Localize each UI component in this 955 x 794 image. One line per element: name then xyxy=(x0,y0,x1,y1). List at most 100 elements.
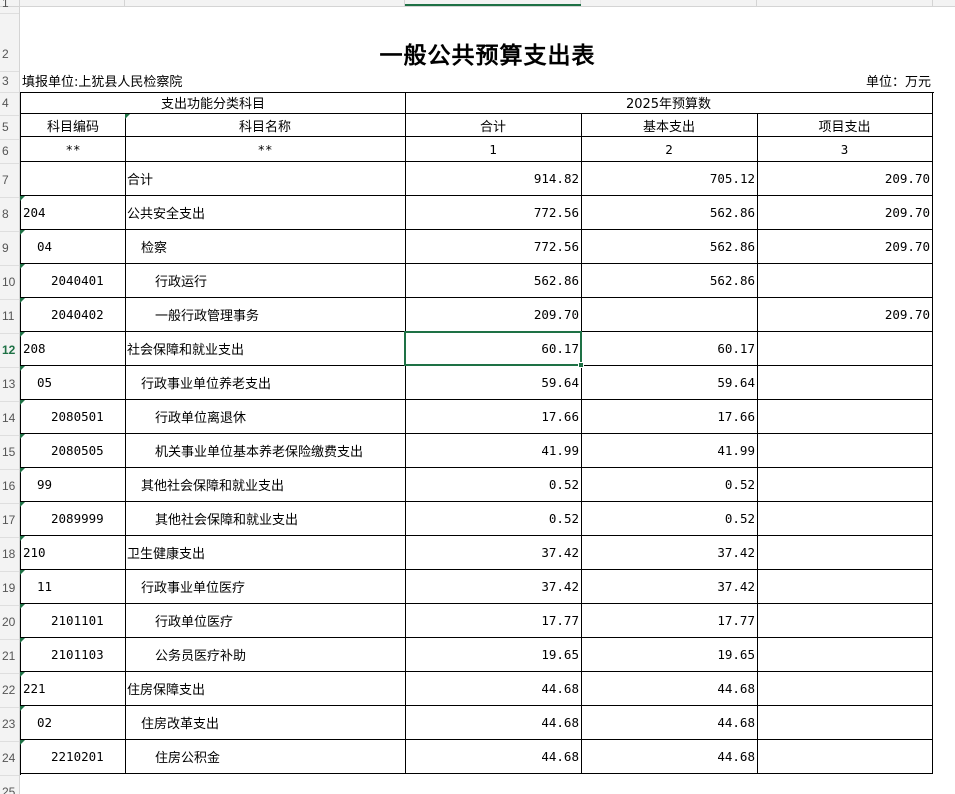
row-number-21[interactable]: 21 xyxy=(0,639,19,673)
cell-total[interactable]: 562.86 xyxy=(405,264,582,298)
cell-total[interactable]: 37.42 xyxy=(405,536,582,570)
header-group-left[interactable]: 支出功能分类科目 xyxy=(20,92,406,114)
cell-total[interactable]: 0.52 xyxy=(405,502,582,536)
cell-code[interactable]: 11 xyxy=(20,570,126,604)
header-group-right[interactable]: 2025年预算数 xyxy=(405,92,933,114)
row-number-10[interactable]: 10 xyxy=(0,265,19,299)
cell-name[interactable]: 行政运行 xyxy=(125,264,406,298)
cell-project[interactable]: 209.70 xyxy=(757,298,933,332)
cell-basic[interactable]: 19.65 xyxy=(581,638,758,672)
cell-code[interactable]: 2040402 xyxy=(20,298,126,332)
row-number-7[interactable]: 7 xyxy=(0,163,19,197)
row-number-25[interactable]: 25 xyxy=(0,775,19,794)
cell-total[interactable]: 44.68 xyxy=(405,706,582,740)
cell-name[interactable]: 行政事业单位医疗 xyxy=(125,570,406,604)
cell-project[interactable] xyxy=(757,740,933,774)
cell-code[interactable]: 2210201 xyxy=(20,740,126,774)
cell-basic[interactable]: 0.52 xyxy=(581,502,758,536)
row-number-9[interactable]: 9 xyxy=(0,231,19,265)
cell-name[interactable]: 住房保障支出 xyxy=(125,672,406,706)
row-number-4[interactable]: 4 xyxy=(0,92,19,115)
row-number-8[interactable]: 8 xyxy=(0,197,19,231)
row-number-2[interactable]: 2 xyxy=(0,37,19,71)
cell-code[interactable]: 208 xyxy=(20,332,126,366)
cell-basic[interactable]: 44.68 xyxy=(581,740,758,774)
row-number-1[interactable]: 1 xyxy=(0,0,19,13)
cell-total[interactable]: 17.77 xyxy=(405,604,582,638)
cell-project[interactable] xyxy=(757,332,933,366)
cell-name[interactable]: 社会保障和就业支出 xyxy=(125,332,406,366)
cell-total[interactable]: 772.56 xyxy=(405,230,582,264)
cell-total[interactable]: 44.68 xyxy=(405,740,582,774)
column-header-e[interactable] xyxy=(757,0,933,6)
cell-name[interactable]: 合计 xyxy=(125,162,406,196)
cell-total[interactable]: 59.64 xyxy=(405,366,582,400)
cell-total[interactable]: 772.56 xyxy=(405,196,582,230)
cell-basic[interactable]: 59.64 xyxy=(581,366,758,400)
column-header-a[interactable] xyxy=(20,0,125,6)
row-number-17[interactable]: 17 xyxy=(0,503,19,537)
cell-basic[interactable]: 44.68 xyxy=(581,706,758,740)
cell-project[interactable] xyxy=(757,536,933,570)
index-basic[interactable]: 2 xyxy=(581,137,758,162)
cell-name[interactable]: 行政单位医疗 xyxy=(125,604,406,638)
cell-project[interactable] xyxy=(757,604,933,638)
cell-name[interactable]: 公共安全支出 xyxy=(125,196,406,230)
cell-total[interactable]: 41.99 xyxy=(405,434,582,468)
cell-code[interactable]: 99 xyxy=(20,468,126,502)
column-header-d[interactable] xyxy=(581,0,757,6)
cell-basic[interactable]: 44.68 xyxy=(581,672,758,706)
cell-name[interactable]: 住房改革支出 xyxy=(125,706,406,740)
header-project[interactable]: 项目支出 xyxy=(757,114,933,137)
cell-code[interactable] xyxy=(20,162,126,196)
header-code[interactable]: 科目编码 xyxy=(20,114,126,137)
column-header-b[interactable] xyxy=(125,0,405,6)
row-number-11[interactable]: 11 xyxy=(0,299,19,333)
cell-project[interactable] xyxy=(757,400,933,434)
cell-basic[interactable]: 60.17 xyxy=(581,332,758,366)
cell-total[interactable]: 17.66 xyxy=(405,400,582,434)
header-name[interactable]: 科目名称 xyxy=(125,114,406,137)
row-number-13[interactable]: 13 xyxy=(0,367,19,401)
row-number-22[interactable]: 22 xyxy=(0,673,19,707)
row-number-19[interactable]: 19 xyxy=(0,571,19,605)
cell-basic[interactable] xyxy=(581,298,758,332)
cell-code[interactable]: 221 xyxy=(20,672,126,706)
row-number-3[interactable]: 3 xyxy=(0,71,19,92)
index-name[interactable]: ** xyxy=(125,137,406,162)
cell-basic[interactable]: 17.77 xyxy=(581,604,758,638)
cell-basic[interactable]: 562.86 xyxy=(581,196,758,230)
cell-total[interactable]: 914.82 xyxy=(405,162,582,196)
cell-basic[interactable]: 705.12 xyxy=(581,162,758,196)
cell-total[interactable]: 44.68 xyxy=(405,672,582,706)
cell-code[interactable]: 2089999 xyxy=(20,502,126,536)
cell-code[interactable]: 2101101 xyxy=(20,604,126,638)
row-number-24[interactable]: 24 xyxy=(0,741,19,775)
cell-project[interactable]: 209.70 xyxy=(757,196,933,230)
cell-basic[interactable]: 562.86 xyxy=(581,230,758,264)
cell-basic[interactable]: 562.86 xyxy=(581,264,758,298)
index-project[interactable]: 3 xyxy=(757,137,933,162)
cell-code[interactable]: 2101103 xyxy=(20,638,126,672)
cell-project[interactable] xyxy=(757,468,933,502)
cell-project[interactable]: 209.70 xyxy=(757,162,933,196)
cell-code[interactable]: 210 xyxy=(20,536,126,570)
cell-project[interactable] xyxy=(757,638,933,672)
cell-code[interactable]: 04 xyxy=(20,230,126,264)
cell-basic[interactable]: 37.42 xyxy=(581,536,758,570)
cell-total[interactable]: 60.17 xyxy=(405,332,582,366)
cell-basic[interactable]: 37.42 xyxy=(581,570,758,604)
cell-name[interactable]: 行政单位离退休 xyxy=(125,400,406,434)
cell-name[interactable]: 卫生健康支出 xyxy=(125,536,406,570)
row-number-16[interactable]: 16 xyxy=(0,469,19,503)
cell-project[interactable] xyxy=(757,366,933,400)
cell-project[interactable]: 209.70 xyxy=(757,230,933,264)
cell-total[interactable]: 19.65 xyxy=(405,638,582,672)
cell-name[interactable]: 一般行政管理事务 xyxy=(125,298,406,332)
cell-code[interactable]: 204 xyxy=(20,196,126,230)
cell-project[interactable] xyxy=(757,706,933,740)
cell-name[interactable]: 公务员医疗补助 xyxy=(125,638,406,672)
row-number-12[interactable]: 12 xyxy=(0,333,19,367)
cell-name[interactable]: 行政事业单位养老支出 xyxy=(125,366,406,400)
cell-total[interactable]: 0.52 xyxy=(405,468,582,502)
